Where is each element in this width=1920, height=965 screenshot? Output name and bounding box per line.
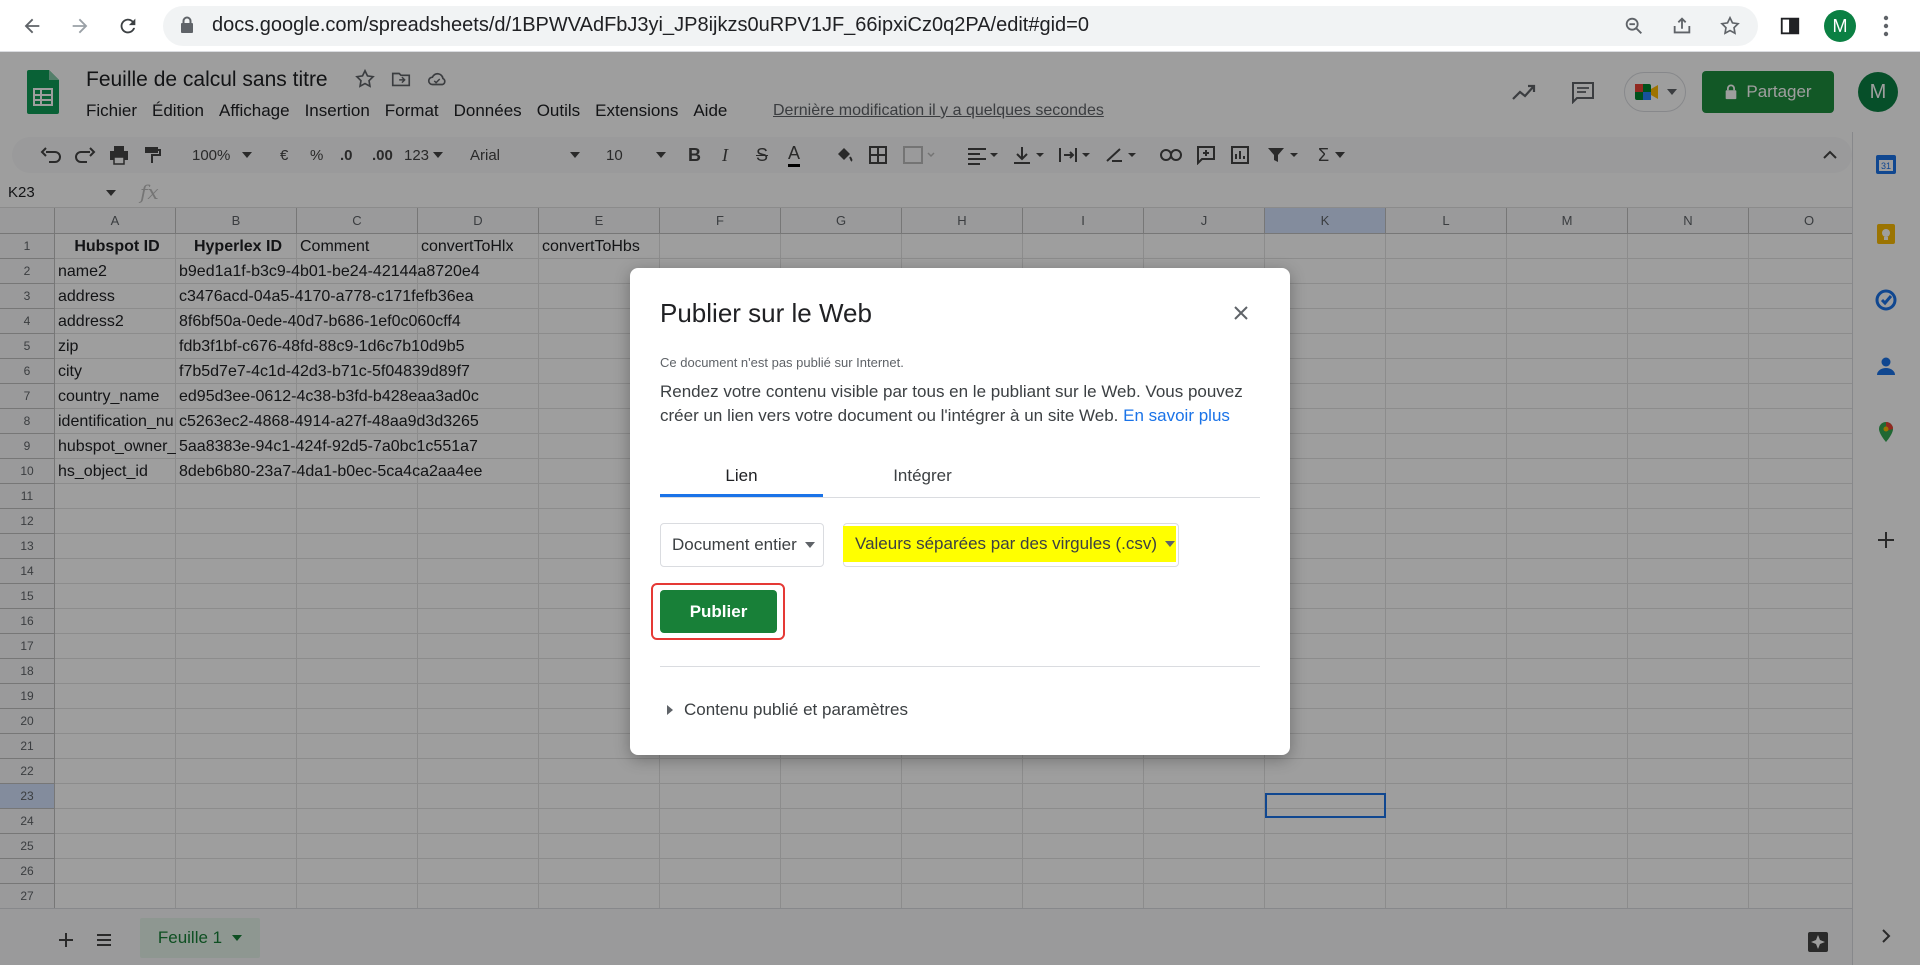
dialog-description: Rendez votre contenu visible par tous en… bbox=[660, 380, 1260, 428]
more-vert-icon[interactable] bbox=[1872, 12, 1900, 40]
dialog-title: Publier sur le Web bbox=[660, 298, 872, 328]
zoom-icon[interactable] bbox=[1620, 12, 1648, 40]
profile-avatar[interactable]: M bbox=[1824, 10, 1856, 42]
share-page-icon[interactable] bbox=[1668, 12, 1696, 40]
tab-divider bbox=[660, 497, 1260, 498]
chevron-down-icon bbox=[1165, 541, 1176, 547]
dialog-divider bbox=[660, 666, 1260, 667]
lock-icon[interactable] bbox=[180, 16, 194, 34]
browser-toolbar: docs.google.com/spreadsheets/d/1BPWVAdFb… bbox=[0, 0, 1920, 52]
forward-icon[interactable] bbox=[66, 12, 94, 40]
url-text[interactable]: docs.google.com/spreadsheets/d/1BPWVAdFb… bbox=[212, 14, 1089, 37]
learn-more-link[interactable]: En savoir plus bbox=[1123, 406, 1230, 425]
back-icon[interactable] bbox=[18, 12, 46, 40]
scope-select[interactable]: Document entier bbox=[660, 523, 824, 567]
published-content-toggle[interactable]: Contenu publié et paramètres bbox=[666, 700, 908, 720]
scope-select-value: Document entier bbox=[672, 535, 797, 554]
close-icon[interactable] bbox=[1228, 300, 1254, 326]
format-select-value-box[interactable]: Valeurs séparées par des virgules (.csv) bbox=[843, 526, 1176, 562]
tab-integrer[interactable]: Intégrer bbox=[860, 466, 985, 498]
expand-arrow-icon bbox=[667, 705, 673, 715]
chevron-down-icon bbox=[804, 542, 815, 548]
format-select-value: Valeurs séparées par des virgules (.csv) bbox=[855, 534, 1158, 553]
side-panel-icon[interactable] bbox=[1776, 12, 1804, 40]
publish-button[interactable]: Publier bbox=[660, 590, 777, 633]
published-content-label: Contenu publié et paramètres bbox=[684, 700, 908, 719]
publish-dialog bbox=[630, 268, 1290, 755]
publish-status-note: Ce document n'est pas publié sur Interne… bbox=[660, 355, 904, 370]
reload-icon[interactable] bbox=[114, 12, 142, 40]
active-tab-indicator bbox=[660, 494, 823, 497]
bookmark-star-icon[interactable] bbox=[1716, 12, 1744, 40]
